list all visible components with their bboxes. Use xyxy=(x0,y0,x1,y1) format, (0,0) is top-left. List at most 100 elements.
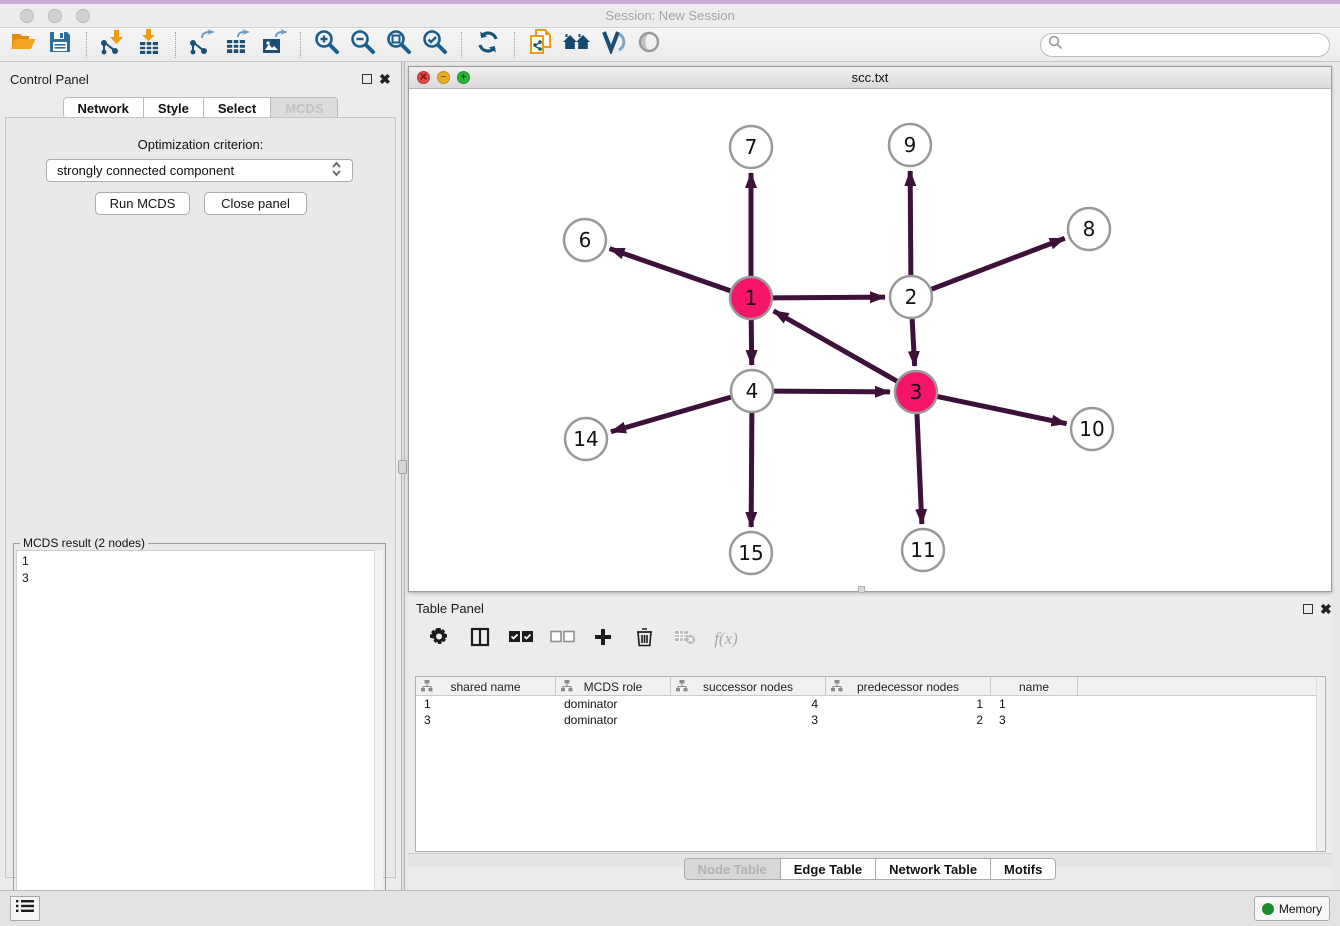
search-input[interactable] xyxy=(1063,38,1313,52)
graph-edge-2-9[interactable] xyxy=(910,171,911,275)
trash-icon xyxy=(636,627,653,652)
save-floppy-icon xyxy=(48,30,72,59)
criterion-dropdown[interactable]: strongly connected component xyxy=(46,159,353,182)
memory-button[interactable]: Memory xyxy=(1254,896,1330,921)
float-panel-icon[interactable] xyxy=(362,74,372,84)
table-header-row: shared name MCDS role successor nodes prede… xyxy=(416,677,1325,696)
new-network-from-file-button[interactable] xyxy=(523,30,559,60)
unselect-all-columns-button[interactable] xyxy=(549,627,575,651)
hierarchy-icon xyxy=(676,680,688,695)
navigator-eye-icon xyxy=(636,30,662,59)
column-header-shared-name[interactable]: shared name xyxy=(416,677,556,696)
table-cell: 3 xyxy=(416,712,556,728)
close-table-panel-icon[interactable]: ✖ xyxy=(1320,601,1332,618)
window-resize-handle[interactable] xyxy=(858,586,865,593)
mcds-result-groupbox: MCDS result (2 nodes) 1 3 xyxy=(13,543,386,926)
tab-select[interactable]: Select xyxy=(204,97,271,119)
graph-edge-2-8[interactable] xyxy=(932,238,1065,289)
column-label: MCDS role xyxy=(584,680,643,694)
table-row[interactable]: 3dominator323 xyxy=(416,712,1325,728)
column-label: predecessor nodes xyxy=(857,680,959,694)
graph-edge-4-14[interactable] xyxy=(611,397,731,432)
control-panel: Control Panel ✖ NetworkStyleSelectMCDS O… xyxy=(0,62,401,890)
network-window-titlebar[interactable]: ✕ − + scc.txt xyxy=(409,67,1331,89)
zoom-selected-button[interactable] xyxy=(417,30,453,60)
home-button[interactable] xyxy=(559,30,595,60)
zoom-in-icon xyxy=(314,29,340,60)
mcds-result-text[interactable]: 1 3 xyxy=(16,550,383,925)
export-table-button[interactable] xyxy=(220,30,256,60)
control-panel-tabs: NetworkStyleSelectMCDS xyxy=(0,97,401,119)
column-header-successor-nodes[interactable]: successor nodes xyxy=(671,677,826,696)
create-column-button[interactable] xyxy=(590,627,616,651)
export-image-button[interactable] xyxy=(256,30,292,60)
table-cell: dominator xyxy=(556,712,671,728)
vertical-splitter[interactable] xyxy=(401,62,405,890)
close-panel-button[interactable]: Close panel xyxy=(204,192,307,215)
graph-edge-4-15[interactable] xyxy=(751,413,752,527)
graph-edge-4-3[interactable] xyxy=(774,391,890,392)
node-table: shared name MCDS role successor nodes prede… xyxy=(415,676,1326,852)
search-field[interactable] xyxy=(1040,33,1330,57)
import-table-button[interactable] xyxy=(131,30,167,60)
open-session-button[interactable] xyxy=(6,30,42,60)
columns-icon xyxy=(470,627,490,652)
column-label: shared name xyxy=(450,680,520,694)
graph-edge-3-10[interactable] xyxy=(938,397,1067,424)
refresh-button[interactable] xyxy=(470,30,506,60)
zoom-in-button[interactable] xyxy=(309,30,345,60)
tab-motifs[interactable]: Motifs xyxy=(991,858,1056,880)
column-header-MCDS-role[interactable]: MCDS role xyxy=(556,677,671,696)
optimization-criterion-label: Optimization criterion: xyxy=(6,137,395,152)
table-settings-button[interactable] xyxy=(426,627,452,651)
float-table-panel-icon[interactable] xyxy=(1303,604,1313,614)
graph-edge-3-1[interactable] xyxy=(774,311,897,381)
table-scrollbar[interactable] xyxy=(1316,677,1325,851)
run-mcds-button[interactable]: Run MCDS xyxy=(95,192,190,215)
gear-icon xyxy=(429,627,449,652)
graph-edge-1-6[interactable] xyxy=(610,249,731,291)
column-label: name xyxy=(1019,680,1049,694)
task-history-button[interactable] xyxy=(10,896,40,921)
export-network-button[interactable] xyxy=(184,30,220,60)
save-session-button[interactable] xyxy=(42,30,78,60)
import-network-button[interactable] xyxy=(95,30,131,60)
delete-table-button[interactable] xyxy=(672,627,698,651)
column-panel-button[interactable] xyxy=(467,627,493,651)
show-navigator-button[interactable] xyxy=(631,30,667,60)
tab-style[interactable]: Style xyxy=(144,97,204,119)
select-all-columns-button[interactable] xyxy=(508,627,534,651)
result-scrollbar[interactable] xyxy=(374,550,383,925)
table-row[interactable]: 1dominator411 xyxy=(416,696,1325,712)
column-header-name[interactable]: name xyxy=(991,677,1078,696)
table-cell: dominator xyxy=(556,696,671,712)
function-builder-button[interactable]: f(x) xyxy=(713,627,739,651)
table-cell: 1 xyxy=(991,696,1078,712)
tab-node-table[interactable]: Node Table xyxy=(684,858,781,880)
table-cell: 2 xyxy=(826,712,991,728)
graph-edge-3-11[interactable] xyxy=(917,414,922,524)
tab-mcds[interactable]: MCDS xyxy=(271,97,338,119)
network-canvas[interactable]: 7968124314101511 xyxy=(409,89,1331,591)
tab-edge-table[interactable]: Edge Table xyxy=(781,858,876,880)
graph-edge-2-3[interactable] xyxy=(912,319,914,366)
network-view-window: ✕ − + scc.txt 7968124314101511 xyxy=(408,66,1332,592)
refresh-icon xyxy=(476,30,500,59)
splitter-handle[interactable] xyxy=(398,460,407,474)
memory-label: Memory xyxy=(1279,902,1322,916)
zoom-out-button[interactable] xyxy=(345,30,381,60)
tab-network-table[interactable]: Network Table xyxy=(876,858,991,880)
graphics-details-icon xyxy=(600,30,626,59)
zoom-fit-button[interactable] xyxy=(381,30,417,60)
graph-edge-1-2[interactable] xyxy=(773,297,885,298)
column-header-predecessor-nodes[interactable]: predecessor nodes xyxy=(826,677,991,696)
criterion-value: strongly connected component xyxy=(57,163,234,178)
toggle-graphics-details-button[interactable] xyxy=(595,30,631,60)
close-panel-icon[interactable]: ✖ xyxy=(379,71,391,88)
delete-column-button[interactable] xyxy=(631,627,657,651)
graph-node-label-7: 7 xyxy=(745,135,758,159)
tab-network[interactable]: Network xyxy=(63,97,144,119)
graph-node-label-10: 10 xyxy=(1079,417,1104,441)
column-label: successor nodes xyxy=(703,680,793,694)
memory-status-icon xyxy=(1262,903,1274,915)
